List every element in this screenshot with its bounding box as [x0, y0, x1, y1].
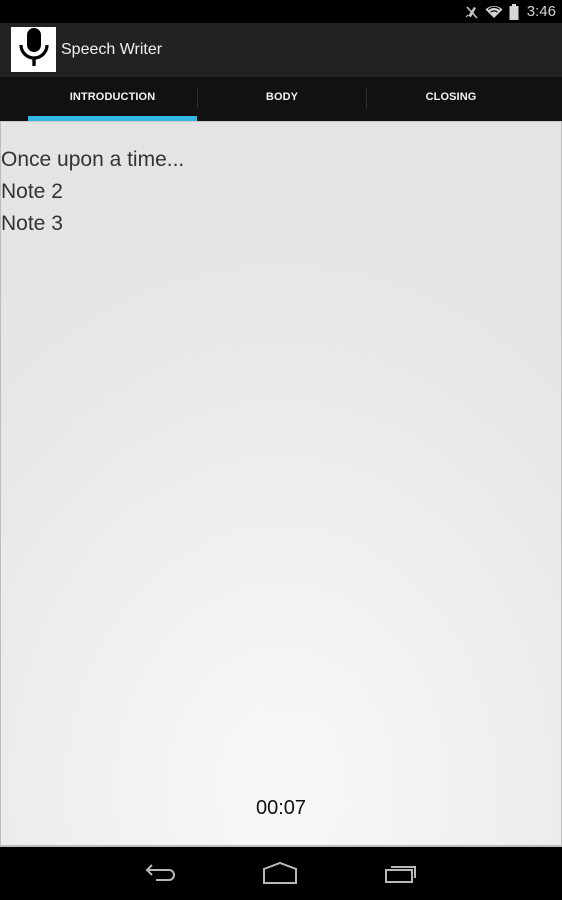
back-icon [144, 864, 178, 889]
navigation-bar [0, 849, 562, 900]
content-panel: Once upon a time... Note 2 Note 3 00:07 [0, 121, 562, 847]
app-title: Speech Writer [61, 41, 163, 58]
tab-body[interactable]: BODY [197, 77, 367, 117]
app-icon[interactable] [11, 27, 56, 72]
tab-label: BODY [265, 91, 299, 103]
note-item[interactable]: Note 3 [1, 208, 184, 240]
back-button[interactable] [144, 861, 178, 890]
action-bar: Speech Writer [0, 23, 562, 77]
tab-bar: INTRODUCTION BODY CLOSING [0, 77, 562, 121]
note-item[interactable]: Note 2 [1, 176, 184, 208]
home-button[interactable] [262, 861, 298, 890]
recent-apps-button[interactable] [384, 861, 418, 890]
vibrate-mute-icon [465, 4, 479, 20]
battery-icon [509, 3, 519, 20]
status-bar: 3:46 [0, 0, 562, 23]
clock: 3:46 [526, 3, 556, 20]
timer: 00:07 [255, 797, 307, 819]
home-icon [262, 861, 298, 889]
tab-label: CLOSING [425, 91, 477, 103]
tab-introduction[interactable]: INTRODUCTION [28, 77, 197, 121]
tab-label: INTRODUCTION [69, 91, 156, 103]
notes-list: Once upon a time... Note 2 Note 3 [1, 144, 184, 240]
tab-closing[interactable]: CLOSING [367, 77, 535, 117]
note-item[interactable]: Once upon a time... [1, 144, 184, 176]
status-icons: 3:46 [465, 0, 556, 23]
recent-apps-icon [384, 866, 418, 889]
microphone-icon [16, 27, 52, 72]
wifi-icon [485, 5, 503, 19]
